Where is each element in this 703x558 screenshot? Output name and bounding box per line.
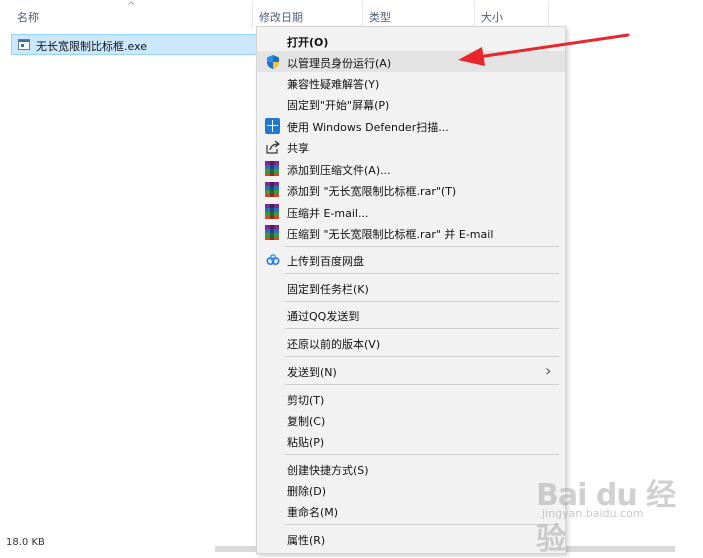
menu-item-baidu-upload[interactable]: 上传到百度网盘	[257, 249, 565, 270]
menu-item-share[interactable]: 共享	[257, 136, 565, 157]
menu-item-label: 发送到(N)	[287, 366, 337, 379]
menu-item-label: 属性(R)	[287, 534, 326, 547]
menu-item-label: 添加到 "无长宽限制比标框.rar"(T)	[287, 185, 457, 198]
menu-item-label: 固定到"开始"屏幕(P)	[287, 99, 390, 112]
menu-item-delete[interactable]: 删除(D)	[257, 479, 565, 500]
menu-item-compress-email[interactable]: 压缩并 E-mail...	[257, 201, 565, 222]
winrar-icon	[265, 225, 281, 241]
menu-item-pin-start[interactable]: 固定到"开始"屏幕(P)	[257, 93, 565, 114]
watermark-url: jingyan.baidu.com	[542, 507, 644, 520]
menu-item-defender-scan[interactable]: 使用 Windows Defender扫描...	[257, 115, 565, 136]
file-name: 无长宽限制比标框.exe	[36, 40, 148, 53]
column-divider[interactable]	[252, 2, 253, 28]
menu-item-create-shortcut[interactable]: 创建快捷方式(S)	[257, 458, 565, 479]
status-size-text: 18.0 KB	[6, 537, 45, 548]
menu-item-label: 共享	[287, 142, 309, 155]
sort-up-icon: ^	[127, 1, 136, 12]
menu-item-label: 复制(C)	[287, 415, 326, 428]
winrar-icon	[265, 161, 281, 177]
menu-item-label: 打开(O)	[287, 36, 329, 49]
menu-separator	[285, 246, 559, 247]
menu-separator	[285, 384, 559, 385]
menu-separator	[285, 328, 559, 329]
submenu-chevron-right-icon: ›	[545, 361, 552, 380]
share-icon	[265, 139, 281, 155]
menu-separator	[285, 301, 559, 302]
menu-item-cut[interactable]: 剪切(T)	[257, 388, 565, 409]
menu-item-label: 添加到压缩文件(A)...	[287, 164, 391, 177]
menu-item-label: 使用 Windows Defender扫描...	[287, 121, 449, 134]
uac-shield-icon	[265, 54, 281, 70]
column-divider[interactable]	[362, 2, 363, 28]
menu-item-label: 通过QQ发送到	[287, 310, 360, 323]
menu-item-label: 还原以前的版本(V)	[287, 338, 381, 351]
menu-item-label: 固定到任务栏(K)	[287, 283, 369, 296]
menu-separator	[285, 524, 559, 525]
menu-item-label: 上传到百度网盘	[287, 255, 364, 268]
menu-item-label: 创建快捷方式(S)	[287, 464, 369, 477]
menu-separator	[285, 356, 559, 357]
column-header-type[interactable]: 类型	[369, 9, 391, 25]
menu-item-send-to[interactable]: 发送到(N) ›	[257, 360, 565, 381]
baidu-jingyan-watermark: Bai du 经验 jingyan.baidu.com	[536, 470, 696, 557]
column-header-name[interactable]: 名称	[17, 9, 39, 25]
winrar-icon	[265, 182, 281, 198]
menu-item-properties[interactable]: 属性(R)	[257, 528, 565, 549]
menu-item-compat-troubleshoot[interactable]: 兼容性疑难解答(Y)	[257, 72, 565, 93]
menu-separator	[285, 454, 559, 455]
menu-item-copy[interactable]: 复制(C)	[257, 409, 565, 430]
menu-item-label: 压缩到 "无长宽限制比标框.rar" 并 E-mail	[287, 228, 494, 241]
exe-file-icon	[18, 39, 30, 50]
menu-item-label: 删除(D)	[287, 485, 327, 498]
column-divider[interactable]	[548, 2, 549, 28]
menu-item-label: 重命名(M)	[287, 506, 339, 519]
menu-item-label: 剪切(T)	[287, 394, 325, 407]
file-row-selected[interactable]: 无长宽限制比标框.exe	[11, 34, 257, 55]
column-header-modified[interactable]: 修改日期	[259, 9, 303, 25]
menu-item-rename[interactable]: 重命名(M)	[257, 500, 565, 521]
column-divider[interactable]	[474, 2, 475, 28]
column-header-size[interactable]: 大小	[481, 9, 503, 25]
menu-item-paste[interactable]: 粘贴(P)	[257, 430, 565, 451]
context-menu: 打开(O) 以管理员身份运行(A) 兼容性疑难解答(Y) 固定到"开始"屏幕(P…	[256, 26, 566, 554]
menu-item-label: 以管理员身份运行(A)	[287, 57, 392, 70]
menu-item-label: 粘贴(P)	[287, 436, 325, 449]
menu-separator	[285, 273, 559, 274]
menu-item-pin-taskbar[interactable]: 固定到任务栏(K)	[257, 277, 565, 298]
menu-item-send-qq[interactable]: 通过QQ发送到	[257, 304, 565, 325]
windows-defender-icon	[265, 118, 281, 134]
menu-item-label: 压缩并 E-mail...	[287, 207, 369, 220]
winrar-icon	[265, 204, 281, 220]
baidu-netdisk-icon	[265, 252, 281, 268]
menu-item-open[interactable]: 打开(O)	[257, 30, 565, 51]
menu-item-restore-previous[interactable]: 还原以前的版本(V)	[257, 332, 565, 353]
menu-item-compress-rar-email[interactable]: 压缩到 "无长宽限制比标框.rar" 并 E-mail	[257, 222, 565, 243]
menu-item-add-archive[interactable]: 添加到压缩文件(A)...	[257, 158, 565, 179]
menu-item-label: 兼容性疑难解答(Y)	[287, 78, 380, 91]
menu-item-add-to-rar[interactable]: 添加到 "无长宽限制比标框.rar"(T)	[257, 179, 565, 200]
menu-item-run-as-admin[interactable]: 以管理员身份运行(A)	[257, 51, 565, 72]
